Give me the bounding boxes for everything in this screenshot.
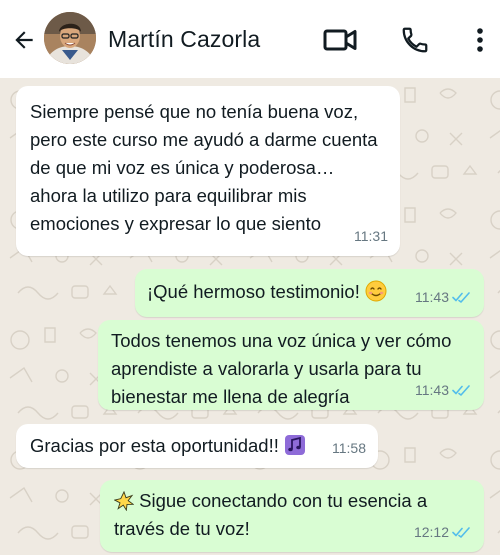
message-bubble[interactable]: ¡Qué hermoso testimonio! 11:43 — [135, 269, 484, 317]
more-options-button[interactable] — [460, 20, 500, 60]
message-meta: 11:43 — [415, 376, 472, 404]
message-text: Gracias por esta oportunidad!! — [30, 435, 279, 456]
message-text-block: Sigue conectando con tu esencia a través… — [114, 487, 454, 543]
contact-photo — [44, 12, 96, 64]
message-meta: 11:43 — [415, 283, 472, 311]
video-camera-icon — [323, 29, 357, 51]
arrow-left-icon — [15, 31, 33, 49]
message-text-row: Gracias por esta oportunidad!! — [30, 432, 306, 460]
message-time: 12:12 — [413, 524, 449, 540]
message-time: 11:43 — [415, 382, 449, 398]
double-check-icon — [452, 385, 470, 396]
double-check-icon — [452, 292, 470, 303]
message-meta: 11:58 — [332, 434, 366, 462]
message-bubble[interactable]: Siempre pensé que no tenía buena voz, pe… — [16, 86, 400, 256]
smiling-face-icon — [365, 280, 387, 302]
message-bubble[interactable]: Todos tenemos una voz única y ver cómo a… — [98, 320, 484, 410]
message-time: 11:58 — [332, 440, 366, 456]
video-call-button[interactable] — [320, 20, 360, 60]
message-time: 11:43 — [415, 289, 449, 305]
message-text: ¡Qué hermoso testimonio! — [147, 281, 360, 302]
chat-header: Martín Cazorla — [0, 0, 500, 78]
message-meta: 12:12 — [414, 518, 472, 546]
message-text: Todos tenemos una voz única y ver cómo a… — [111, 330, 452, 407]
voice-call-button[interactable] — [395, 20, 435, 60]
more-vertical-icon — [477, 28, 483, 52]
message-meta: 11:31 — [354, 222, 388, 250]
message-text: Sigue conectando con tu esencia a través… — [114, 490, 428, 539]
double-check-icon — [452, 527, 470, 538]
message-bubble[interactable]: Sigue conectando con tu esencia a través… — [100, 480, 484, 552]
sparkle-icon — [114, 491, 134, 511]
message-bubble[interactable]: Gracias por esta oportunidad!! 11:58 — [16, 424, 378, 468]
message-time: 11:31 — [354, 228, 388, 244]
musical-notes-icon — [285, 435, 306, 455]
contact-name[interactable]: Martín Cazorla — [108, 26, 260, 53]
avatar[interactable] — [44, 12, 96, 64]
message-text-row: ¡Qué hermoso testimonio! — [147, 278, 387, 306]
phone-icon — [402, 27, 428, 53]
message-text: Siempre pensé que no tenía buena voz, pe… — [30, 101, 378, 234]
back-button[interactable] — [6, 22, 42, 58]
chat-area[interactable]: Siempre pensé que no tenía buena voz, pe… — [0, 78, 500, 555]
